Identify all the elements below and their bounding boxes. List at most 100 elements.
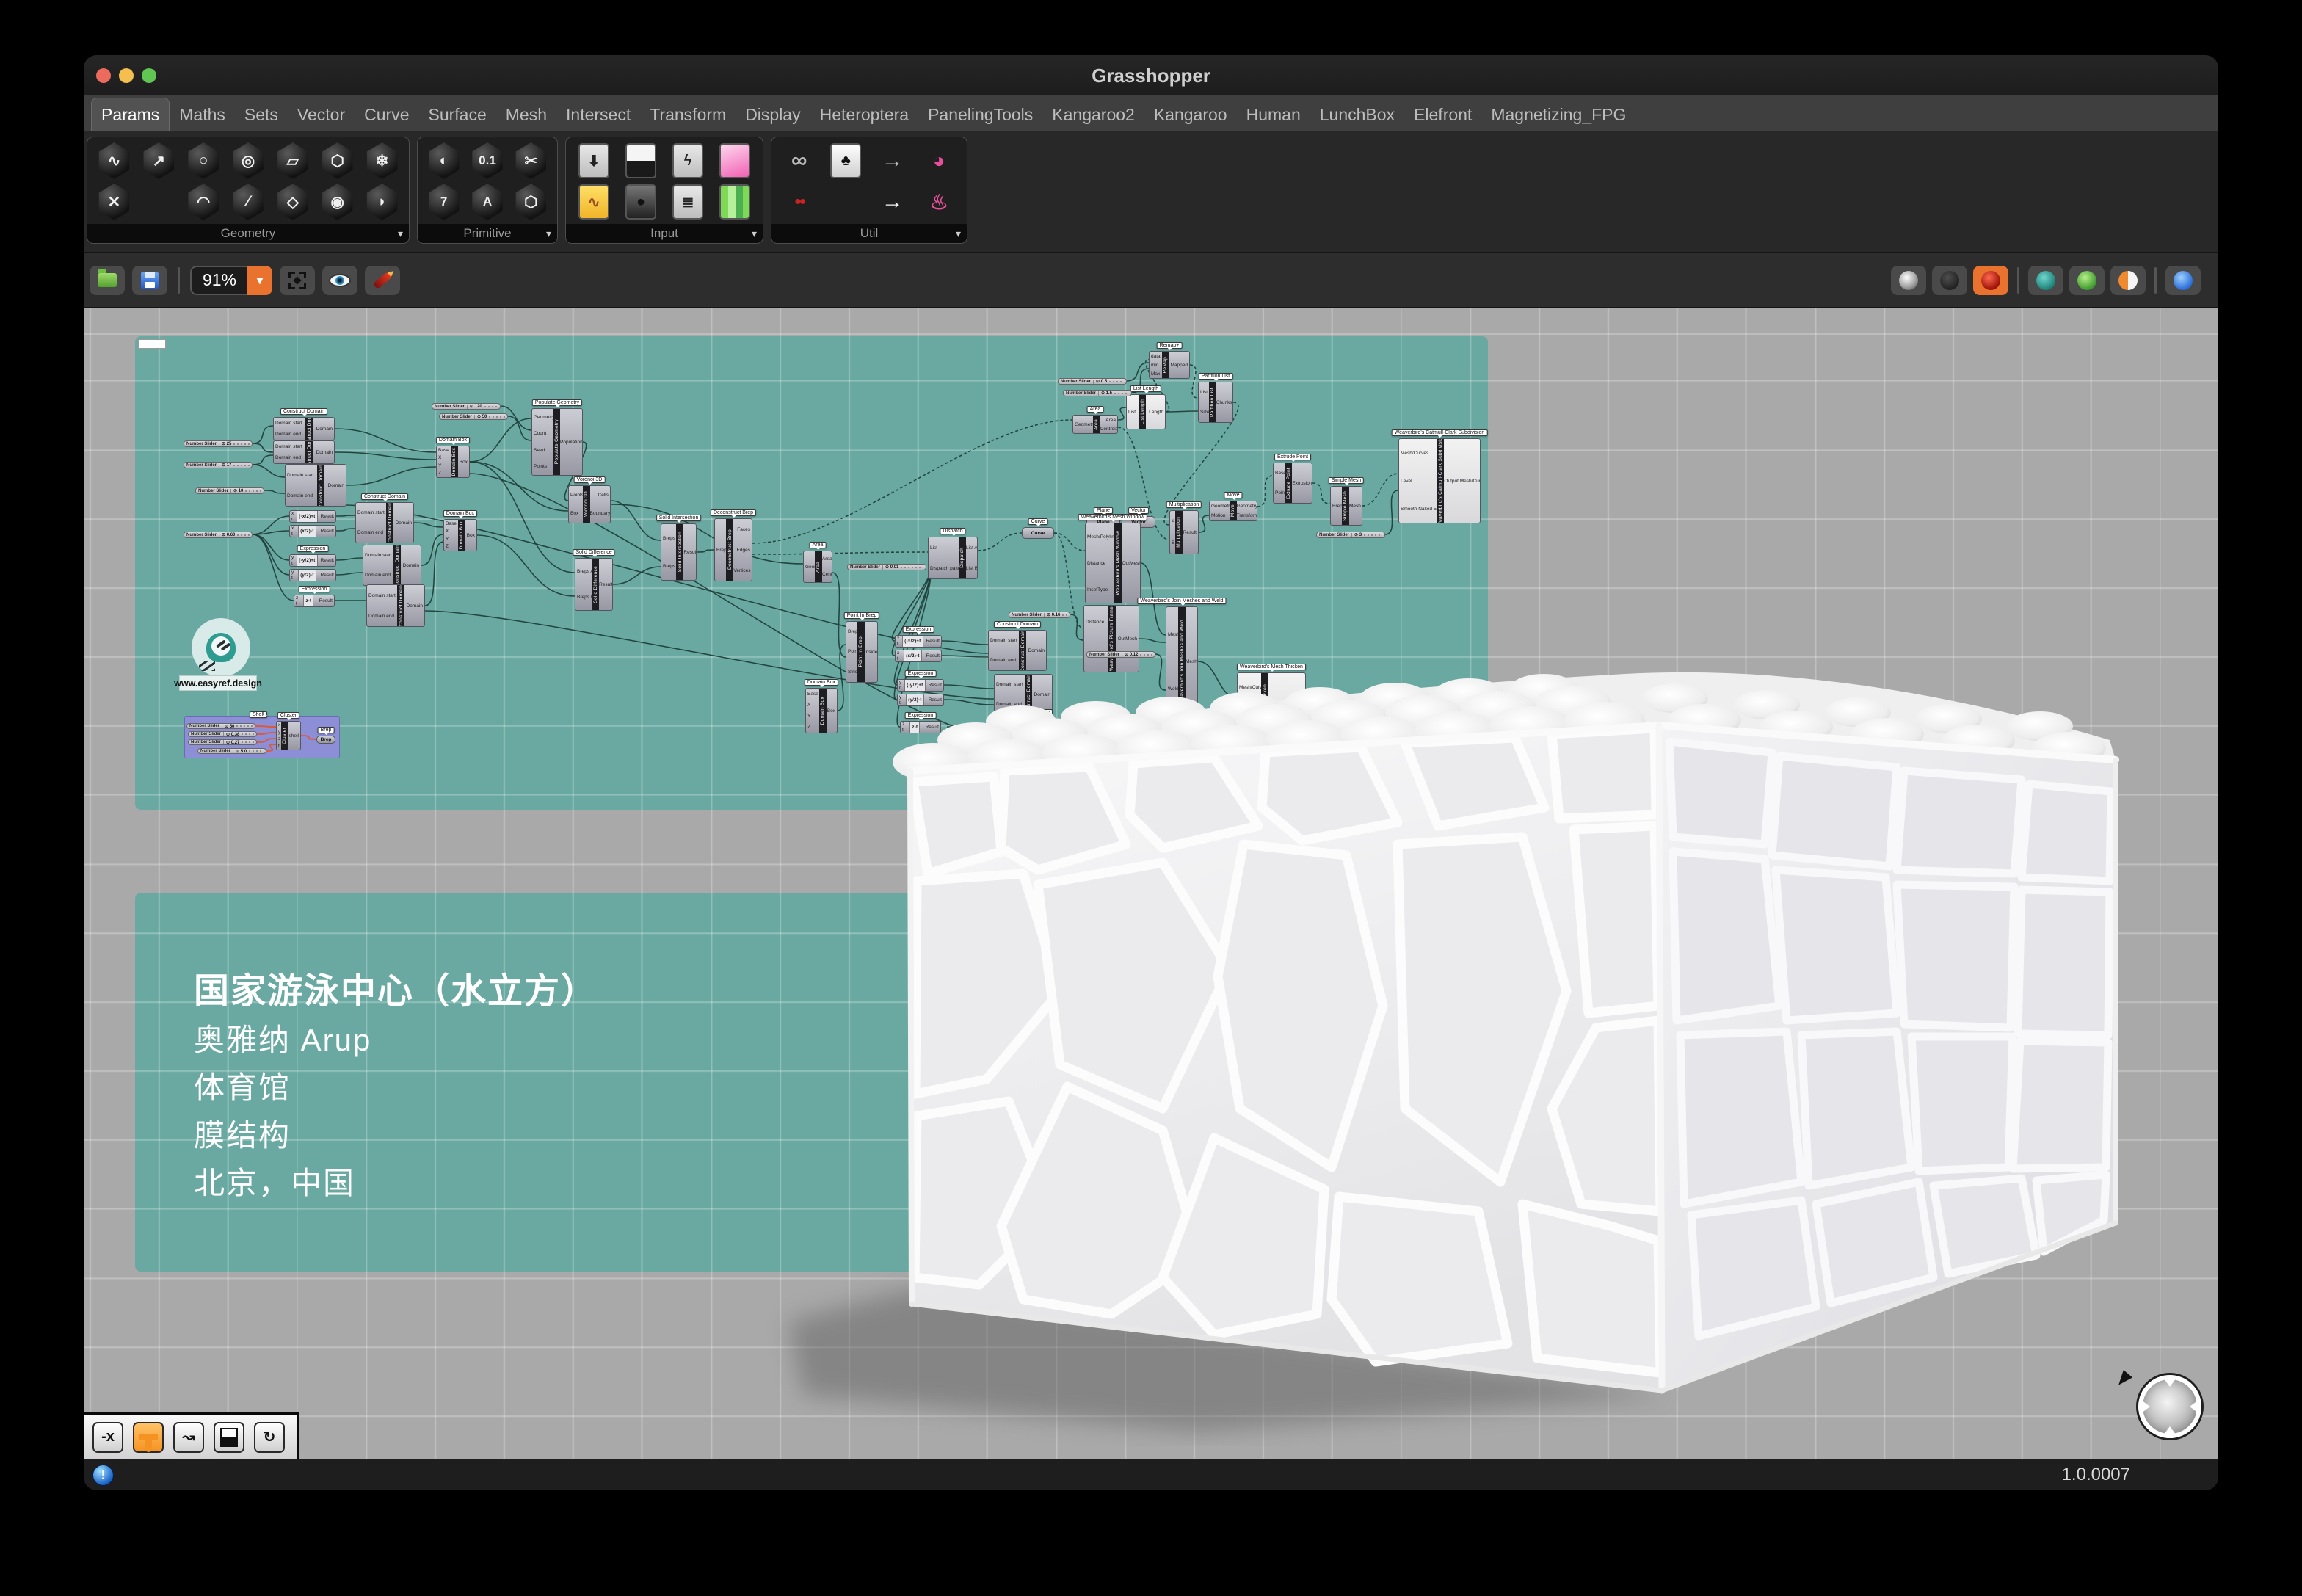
- curve-icon[interactable]: ∿: [98, 142, 130, 179]
- node-s50[interactable]: Number Slider ⊙ 50: [439, 413, 508, 420]
- text-icon[interactable]: A: [472, 184, 503, 220]
- node-s15[interactable]: Number Slider ⊙ 1.5: [1063, 390, 1132, 396]
- tab-intersect[interactable]: Intersect: [556, 98, 640, 131]
- colour-swatch-icon[interactable]: [719, 184, 750, 220]
- wire-display-button[interactable]: ↝: [173, 1421, 204, 1453]
- boolean-icon[interactable]: ◐: [428, 142, 460, 179]
- hexgrid-icon[interactable]: ⬡: [515, 184, 547, 220]
- flask-icon[interactable]: ♨: [922, 184, 956, 220]
- node-shelltag[interactable]: Shell: [250, 706, 279, 718]
- node-exE[interactable]: Expression z t z-t Result: [294, 586, 335, 607]
- preview-green-button[interactable]: [2069, 265, 2105, 295]
- node-s10[interactable]: Number Slider ⊙ 10: [195, 487, 264, 494]
- plane-icon[interactable]: ▱: [277, 142, 308, 179]
- open-file-button[interactable]: [90, 265, 125, 295]
- panel-expand-icon[interactable]: ▾: [398, 228, 403, 240]
- tab-mesh[interactable]: Mesh: [496, 98, 556, 131]
- node-smesh[interactable]: Simple Mesh Brep Simple Mesh Mesh: [1328, 477, 1365, 526]
- panel-expand-icon[interactable]: ▾: [752, 228, 757, 240]
- graph-mapper-icon[interactable]: ϟ: [672, 143, 703, 178]
- relay-icon[interactable]: →: [876, 142, 909, 179]
- node-vor[interactable]: Voronoi 3D Points Box Voronoi 3D Cells Bounda…: [568, 476, 611, 523]
- node-area1[interactable]: AreaGeometryAreaAreaCentroid: [803, 542, 832, 583]
- save-file-button[interactable]: [132, 265, 167, 295]
- node-cd3[interactable]: Domain start Domain end Construct Domain Do…: [285, 464, 346, 507]
- line-icon[interactable]: ∕: [233, 184, 264, 220]
- cull-icon[interactable]: ✕: [98, 184, 130, 220]
- zoom-dropdown-button[interactable]: ▾: [247, 265, 272, 295]
- info-icon[interactable]: !: [92, 1464, 114, 1486]
- node-cd1[interactable]: Construct Domain Domain start Domain end Co…: [273, 408, 335, 440]
- tab-heteroptera[interactable]: Heteroptera: [810, 98, 918, 131]
- value-list-icon[interactable]: ≣: [672, 184, 703, 220]
- node-brepout[interactable]: Brep Brep: [316, 727, 335, 744]
- tab-sets[interactable]: Sets: [235, 98, 288, 131]
- circle-icon[interactable]: ○: [188, 142, 219, 179]
- node-s120[interactable]: Number Slider ⊙ 120: [432, 403, 501, 410]
- node-exB[interactable]: x t (x/2)-t Result: [289, 525, 336, 537]
- node-s3[interactable]: Number Slider ⊙ 3: [1316, 532, 1385, 538]
- lattice-icon[interactable]: ❄: [366, 142, 398, 179]
- arc-icon[interactable]: ◠: [188, 184, 219, 220]
- rectangle-icon[interactable]: ◇: [277, 184, 308, 220]
- node-sdiff[interactable]: Solid DifferenceBreps ABreps BSolid Diff…: [573, 549, 615, 611]
- tab-maths[interactable]: Maths: [170, 98, 235, 131]
- knob-icon[interactable]: ●: [625, 184, 656, 220]
- node-s016[interactable]: Number Slider ⊙ 0.16: [1009, 612, 1070, 618]
- tab-transform[interactable]: Transform: [640, 98, 736, 131]
- node-ccsub[interactable]: Weaverbird's Catmull-Clark Subdivision Me…: [1391, 429, 1488, 523]
- sphere-icon[interactable]: ◉: [322, 184, 353, 220]
- node-sint[interactable]: Solid IntersectionBreps ABreps BSolid In…: [656, 515, 702, 581]
- node-clus[interactable]: Cluster x y z t Cluster shell: [276, 712, 301, 750]
- canvas[interactable]: Number Slider ⊙ 25 Number Slider ⊙ 17 Number…: [84, 308, 2218, 1459]
- tab-display[interactable]: Display: [736, 98, 810, 131]
- gradient-icon[interactable]: [719, 143, 750, 178]
- sketch-button[interactable]: [365, 265, 400, 295]
- panel-icon[interactable]: [625, 143, 656, 178]
- preview-blue-button[interactable]: [2165, 265, 2201, 295]
- node-cd2[interactable]: Domain start Domain end Construct Domain Do…: [273, 440, 335, 464]
- preview-wireframe-button[interactable]: [1932, 265, 1967, 295]
- view-navigation-ball[interactable]: [2138, 1375, 2201, 1438]
- node-csl2[interactable]: Number Slider ⊙ 0.38: [188, 731, 257, 737]
- node-remap[interactable]: Remap+ data min Max ReMap Mapped: [1149, 342, 1190, 379]
- expression-button[interactable]: -x: [92, 1421, 123, 1453]
- preview-off-button[interactable]: [1891, 265, 1926, 295]
- node-s060[interactable]: Number Slider ⊙ 0.60: [184, 532, 253, 538]
- tab-surface[interactable]: Surface: [419, 98, 496, 131]
- tab-vector[interactable]: Vector: [288, 98, 355, 131]
- node-ext[interactable]: Extrude Point Base Point Extrude Point Extru…: [1273, 454, 1312, 504]
- node-area2[interactable]: AreaGeometryAreaAreaCentroid: [1072, 406, 1118, 434]
- import-icon[interactable]: ⬇: [578, 143, 609, 178]
- spiral-icon[interactable]: ◎: [233, 142, 264, 179]
- number-icon[interactable]: 0.1: [472, 142, 503, 179]
- paint-button[interactable]: [133, 1421, 164, 1453]
- node-cd5[interactable]: Domain start Domain end Construct Domain Do…: [363, 545, 421, 586]
- tab-curve[interactable]: Curve: [355, 98, 418, 131]
- preview-shaded-button[interactable]: [1973, 265, 2008, 295]
- node-db2[interactable]: Domain Box Base X Y Z Domain Box Box: [443, 510, 478, 551]
- tab-params[interactable]: Params: [91, 98, 170, 131]
- integer-icon[interactable]: 7: [428, 184, 460, 220]
- node-exC[interactable]: Expression y t (-y/2)+t Result: [289, 545, 336, 567]
- node-s001[interactable]: Number Slider ⊙ 0.01: [847, 564, 926, 570]
- node-curve[interactable]: Curve Curve: [1022, 518, 1054, 539]
- scribble-icon[interactable]: ∿: [578, 184, 609, 220]
- surface-icon[interactable]: ◗: [366, 184, 398, 220]
- node-csl4[interactable]: Number Slider ⊙ 5.0: [197, 748, 266, 754]
- preview-halfs-button[interactable]: [2110, 265, 2146, 295]
- node-exD[interactable]: y t (y/2)-t Result: [289, 569, 336, 581]
- vector-icon[interactable]: ↗: [143, 142, 174, 179]
- tab-panelingtools[interactable]: PanelingTools: [918, 98, 1042, 131]
- panel-expand-icon[interactable]: ▾: [956, 228, 961, 240]
- node-dbrep[interactable]: Deconstruct Brep Brep Deconstruct Brep Face…: [710, 509, 757, 581]
- cherry-picker-icon[interactable]: ●●: [783, 184, 816, 220]
- node-csl3[interactable]: Number Slider ⊙ 0.27: [188, 739, 257, 745]
- tab-elefront[interactable]: Elefront: [1404, 98, 1481, 131]
- node-pg[interactable]: Populate Geometry Geometry Count Seed Points…: [531, 399, 583, 476]
- node-move[interactable]: MoveGeometryMotionMoveGeometryTransform: [1209, 492, 1257, 521]
- recompute-button[interactable]: ↻: [254, 1421, 285, 1453]
- node-llen[interactable]: List Length List List Length Length: [1126, 385, 1166, 429]
- node-db1[interactable]: Domain Box Base X Y Z Domain Box Box: [435, 437, 471, 478]
- preview-eye-button[interactable]: [322, 265, 357, 295]
